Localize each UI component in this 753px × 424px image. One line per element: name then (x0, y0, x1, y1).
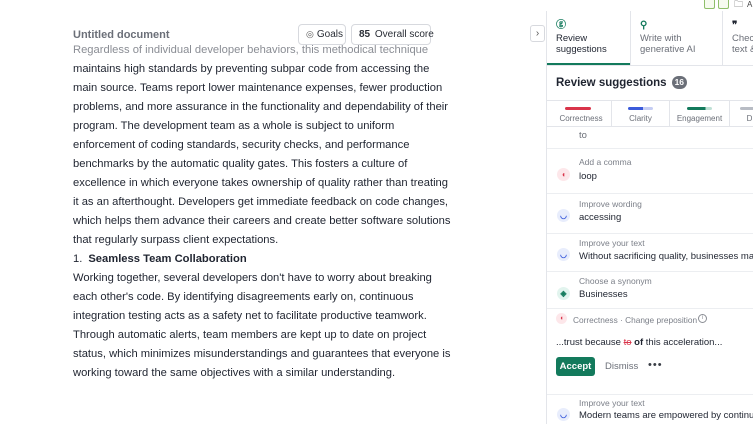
accept-button[interactable]: Accept (556, 357, 595, 376)
grammarly-icon: ⓖ (556, 20, 566, 31)
pin-icon: ⚲ (640, 20, 648, 31)
score-label: Overall score (374, 29, 434, 40)
suggestion-count-badge: 16 (671, 76, 688, 89)
category-clarity[interactable]: Clarity (611, 101, 669, 127)
section-title: Review suggestions (556, 77, 667, 89)
suggestion-type: Choose a synonym (579, 276, 652, 286)
quote-icon: ❞ (732, 20, 738, 31)
suggestion-card[interactable]: to (547, 127, 753, 149)
suggestion-text: accessing (579, 212, 622, 223)
suggestion-type: Improve your text (579, 398, 645, 408)
category-bar (628, 107, 653, 110)
category-label: D (746, 114, 753, 123)
category-label: Correctness (559, 114, 603, 123)
tab-label: Write with (640, 33, 682, 44)
engagement-icon: ◈ (557, 287, 570, 300)
suggestion-type: Improve your text (579, 238, 645, 248)
category-label: Engagement (676, 114, 723, 123)
suggestion-text: Modern teams are empowered by continuou (579, 410, 753, 421)
numbered-list-item: 1. Seamless Team Collaboration (73, 250, 453, 269)
suggestion-type: Improve wording (579, 199, 642, 209)
document-editor[interactable]: Regardless of individual developer behav… (0, 11, 546, 424)
category-bar (740, 107, 753, 110)
expanded-suggestion-card[interactable]: ◖ Correctness · Change preposition i ...… (547, 309, 753, 395)
preview-text: this acceleration... (643, 337, 723, 348)
tab-check-text[interactable]: ❞ Check fo text & p (722, 11, 753, 65)
suggestion-text: loop (579, 171, 597, 182)
bookmark-folder-label[interactable]: A (747, 0, 752, 9)
tab-write-generative-ai[interactable]: ⚲ Write with generative AI (630, 11, 722, 65)
score-value: 85 (359, 29, 371, 40)
folder-icon[interactable]: 🗀 (734, 0, 747, 9)
paragraph: maintains high standards by preventing s… (73, 63, 451, 246)
suggestion-text: to (579, 130, 587, 141)
chevron-right-icon[interactable]: › (530, 25, 545, 42)
correctness-icon: ◖ (557, 168, 570, 181)
suggestion-card[interactable]: ◖ Add a comma loop (547, 149, 753, 194)
browser-toolbar-strip: 🗀 A (0, 0, 753, 11)
suggestion-text: Without sacrificing quality, businesses … (579, 251, 753, 262)
review-suggestions-header: Review suggestions 16 (556, 76, 688, 89)
tab-label: text & p (732, 44, 753, 55)
clarity-icon: ◡ (557, 209, 570, 222)
goals-icon: ◎ (306, 29, 314, 39)
list-number: 1. (73, 253, 83, 265)
dismiss-button[interactable]: Dismiss (605, 357, 638, 376)
category-bar (687, 107, 712, 110)
clarity-icon: ◡ (557, 408, 570, 421)
list-item-text: Seamless Team Collaboration (88, 253, 247, 265)
category-bar (565, 107, 591, 110)
tab-review-suggestions[interactable]: ⓖ Review suggestions (547, 11, 630, 65)
clarity-icon: ◡ (557, 248, 570, 261)
more-options-button[interactable]: ••• (648, 357, 663, 376)
extension-icon[interactable] (704, 0, 715, 9)
preview-text: ...trust because (556, 337, 624, 348)
category-label: Clarity (629, 114, 652, 123)
tab-label: Review (556, 33, 588, 44)
tab-label: suggestions (556, 44, 607, 55)
inserted-word: of (634, 337, 644, 348)
document-title[interactable]: Untitled document (73, 29, 170, 41)
extension-icon[interactable] (718, 0, 729, 9)
category-delivery[interactable]: D (729, 101, 753, 127)
suggestion-text: Businesses (579, 289, 628, 300)
tab-label: Check fo (732, 33, 753, 44)
goals-label: Goals (316, 29, 343, 40)
category-correctness[interactable]: Correctness (551, 101, 611, 127)
suggestion-type: Add a comma (579, 157, 632, 167)
overall-score-button[interactable]: 85 Overall score (351, 24, 434, 45)
suggestion-card[interactable]: ◡ Improve your text Without sacrificing … (547, 234, 753, 272)
category-engagement[interactable]: Engagement (669, 101, 729, 127)
info-icon[interactable]: i (698, 314, 707, 323)
category-filter-bar: Correctness Clarity Engagement D (547, 100, 753, 127)
assistant-sidebar: ⓖ Review suggestions ⚲ Write with genera… (546, 11, 753, 424)
suggestion-card[interactable]: ◈ Choose a synonym Businesses (547, 272, 753, 309)
document-body[interactable]: Regardless of individual developer behav… (73, 41, 453, 383)
correctness-icon: ◖ (556, 313, 567, 324)
sidebar-tabs: ⓖ Review suggestions ⚲ Write with genera… (547, 11, 753, 66)
suggestion-card[interactable]: ◡ Improve your text Modern teams are emp… (547, 395, 753, 424)
tab-label: generative AI (640, 44, 696, 55)
suggestion-type: Correctness · Change preposition (573, 315, 698, 325)
suggestion-card[interactable]: ◡ Improve wording accessing (547, 194, 753, 234)
suggestion-preview: ...trust because to of this acceleration… (556, 337, 722, 348)
paragraph: Working together, several developers don… (73, 272, 451, 379)
deleted-word: to (623, 337, 632, 348)
document-header: Untitled document ◎ Goals 85 Overall scor… (0, 11, 546, 45)
goals-button[interactable]: ◎ Goals (298, 24, 346, 45)
